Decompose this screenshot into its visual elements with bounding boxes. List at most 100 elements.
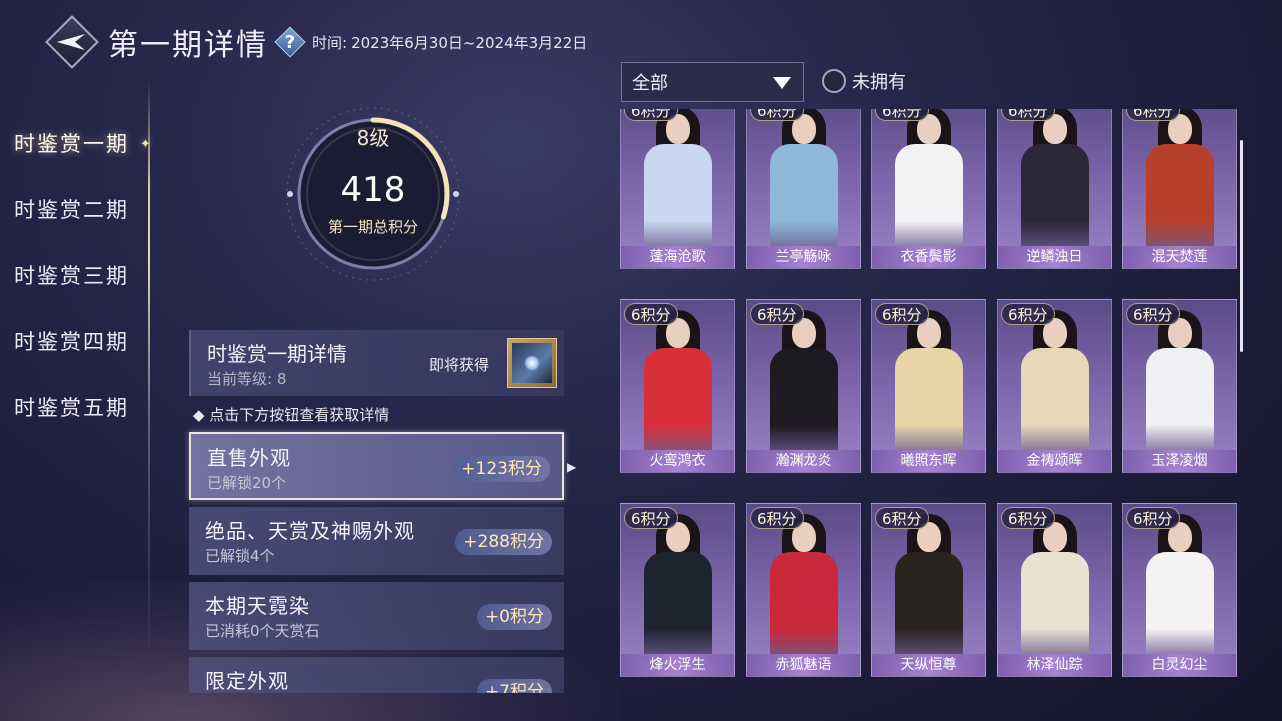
outfit-card[interactable]: 6积分 林泽仙踪 (997, 503, 1112, 677)
category-dye[interactable]: 本期天霓染 已消耗0个天赏石 +0积分 (189, 582, 564, 650)
outfit-figure (1015, 308, 1095, 458)
category-status: 已解锁20个 (207, 474, 287, 492)
category-name: 绝品、天赏及神赐外观 (205, 519, 415, 543)
outfit-card[interactable]: 6积分 金祷颂晖 (997, 299, 1112, 473)
outfit-card[interactable]: 6积分玉泽凌烟 (1122, 299, 1237, 473)
outfit-figure (1140, 512, 1220, 662)
sidebar-item-period-4[interactable]: 时鉴赏四期 (0, 308, 150, 374)
sidebar-divider (148, 82, 150, 662)
outfit-name: 曦照东晖 (872, 450, 985, 472)
back-arrow-icon (57, 34, 85, 50)
sidebar-item-label: 时鉴赏二期 (14, 198, 129, 222)
outfit-card[interactable]: 6积分 白灵幻尘 (1122, 503, 1237, 677)
outfit-card[interactable]: 6积分蓬海沧歌 (620, 109, 735, 269)
unowned-toggle[interactable]: 未拥有 (822, 68, 906, 94)
help-button[interactable]: ? (274, 26, 306, 58)
sidebar-item-label: 时鉴赏一期 (14, 132, 129, 156)
category-direct-sale[interactable]: 直售外观 已解锁20个 +123积分 (189, 432, 564, 500)
outfit-name: 金祷颂晖 (998, 450, 1111, 472)
total-score: 418 (340, 170, 406, 210)
points-badge: 6积分 (875, 507, 929, 529)
filter-selected-value: 全部 (632, 73, 668, 94)
sidebar-item-label: 时鉴赏三期 (14, 264, 129, 288)
outfit-card[interactable]: 6积分 兰亭觞咏 (746, 109, 861, 269)
category-name: 本期天霓染 (205, 594, 310, 618)
active-marker-icon: ✦ (140, 137, 153, 152)
level-text: 8级 (356, 126, 390, 150)
outfit-figure (889, 308, 969, 458)
outfit-figure (1015, 109, 1095, 254)
category-points: +7积分 (476, 679, 552, 693)
points-badge: 6积分 (624, 303, 678, 325)
category-name: 直售外观 (207, 446, 291, 470)
points-badge: 6积分 (624, 109, 678, 121)
outfit-figure (638, 109, 718, 254)
outfit-figure (764, 109, 844, 254)
points-badge: 6积分 (875, 303, 929, 325)
outfit-card[interactable]: 6积分 逆鳞浊日 (997, 109, 1112, 269)
category-points: +123积分 (453, 456, 550, 482)
question-icon: ? (284, 31, 296, 53)
upcoming-reward-label: 即将获得 (429, 356, 490, 374)
outfit-figure (1140, 109, 1220, 254)
sidebar-item-period-2[interactable]: 时鉴赏二期 (0, 176, 150, 242)
back-button[interactable] (44, 14, 100, 70)
period-detail-panel[interactable]: 时鉴赏一期详情 当前等级: 8 即将获得 (189, 330, 564, 396)
category-premium[interactable]: 绝品、天赏及神赐外观 已解锁4个 +288积分 (189, 507, 564, 575)
current-level-label: 当前等级: (207, 370, 273, 388)
outfit-figure (889, 109, 969, 254)
outfit-name: 蓬海沧歌 (621, 246, 734, 268)
outfit-figure (764, 308, 844, 458)
outfit-card[interactable]: 6积分火鸾鸿衣 (620, 299, 735, 473)
upcoming-reward-thumbnail[interactable] (507, 338, 557, 388)
outfit-name: 瀚渊龙炎 (747, 450, 860, 472)
time-label: 时间: (312, 33, 348, 52)
sidebar-item-period-5[interactable]: 时鉴赏五期 (0, 374, 150, 440)
sidebar-item-label: 时鉴赏五期 (14, 396, 129, 420)
outfit-figure (889, 512, 969, 662)
outfit-card[interactable]: 6积分瀚渊龙炎 (746, 299, 861, 473)
hint-text: ◆ 点击下方按钮查看获取详情 (193, 406, 390, 424)
selected-arrow-icon: ▶ (567, 460, 577, 474)
outfit-figure (638, 512, 718, 662)
outfit-card[interactable]: 6积分 赤狐魅语 (746, 503, 861, 677)
time-range: 2023年6月30日~2024年3月22日 (351, 33, 588, 52)
points-badge: 6积分 (1001, 109, 1055, 121)
points-badge: 6积分 (875, 109, 929, 121)
dropdown-arrow-icon (773, 77, 791, 89)
grid-scrollbar[interactable] (1240, 140, 1243, 352)
level-ring: 8级 418 第一期总积分 (283, 104, 463, 284)
outfit-figure (638, 308, 718, 458)
outfit-card[interactable]: 6积分曦照东晖 (871, 299, 986, 473)
outfit-name: 林泽仙踪 (998, 654, 1111, 676)
outfit-name: 混天焚莲 (1123, 246, 1236, 268)
outfit-name: 天纵恒尊 (872, 654, 985, 676)
detail-title: 时鉴赏一期详情 (207, 342, 347, 366)
page-title: 第一期详情 (108, 28, 268, 63)
points-badge: 6积分 (1126, 303, 1180, 325)
sidebar-item-label: 时鉴赏四期 (14, 330, 129, 354)
sidebar-item-period-1[interactable]: 时鉴赏一期 ✦ (0, 110, 153, 176)
header: 第一期详情 ? 时间: 2023年6月30日~2024年3月22日 (44, 14, 587, 70)
points-badge: 6积分 (750, 303, 804, 325)
outfit-figure (764, 512, 844, 662)
outfit-card[interactable]: 6积分 烽火浮生 (620, 503, 735, 677)
category-limited[interactable]: 限定外观 +7积分 (189, 657, 564, 693)
outfit-card[interactable]: 6积分衣香鬓影 (871, 109, 986, 269)
unowned-radio[interactable] (822, 69, 846, 93)
outfit-name: 赤狐魅语 (747, 654, 860, 676)
category-points: +0积分 (476, 604, 552, 630)
sidebar-item-period-3[interactable]: 时鉴赏三期 (0, 242, 150, 308)
current-level: 当前等级: 8 (207, 368, 286, 389)
outfit-name: 衣香鬓影 (872, 246, 985, 268)
category-status: 已消耗0个天赏石 (205, 622, 320, 640)
outfit-card[interactable]: 6积分 混天焚莲 (1122, 109, 1237, 269)
outfit-card[interactable]: 6积分天纵恒尊 (871, 503, 986, 677)
category-points: +288积分 (455, 529, 552, 555)
outfit-name: 白灵幻尘 (1123, 654, 1236, 676)
outfit-name: 玉泽凌烟 (1123, 450, 1236, 472)
outfit-figure (1015, 512, 1095, 662)
outfit-name: 火鸾鸿衣 (621, 450, 734, 472)
filter-dropdown[interactable]: 全部 (621, 62, 804, 102)
outfit-grid: 6积分 蓬海沧歌 6积分 兰亭觞咏 6积分 衣香鬓影 6积分 逆鳞浊日 6积分 混天焚莲 6积分 火鸾… (620, 109, 1238, 693)
